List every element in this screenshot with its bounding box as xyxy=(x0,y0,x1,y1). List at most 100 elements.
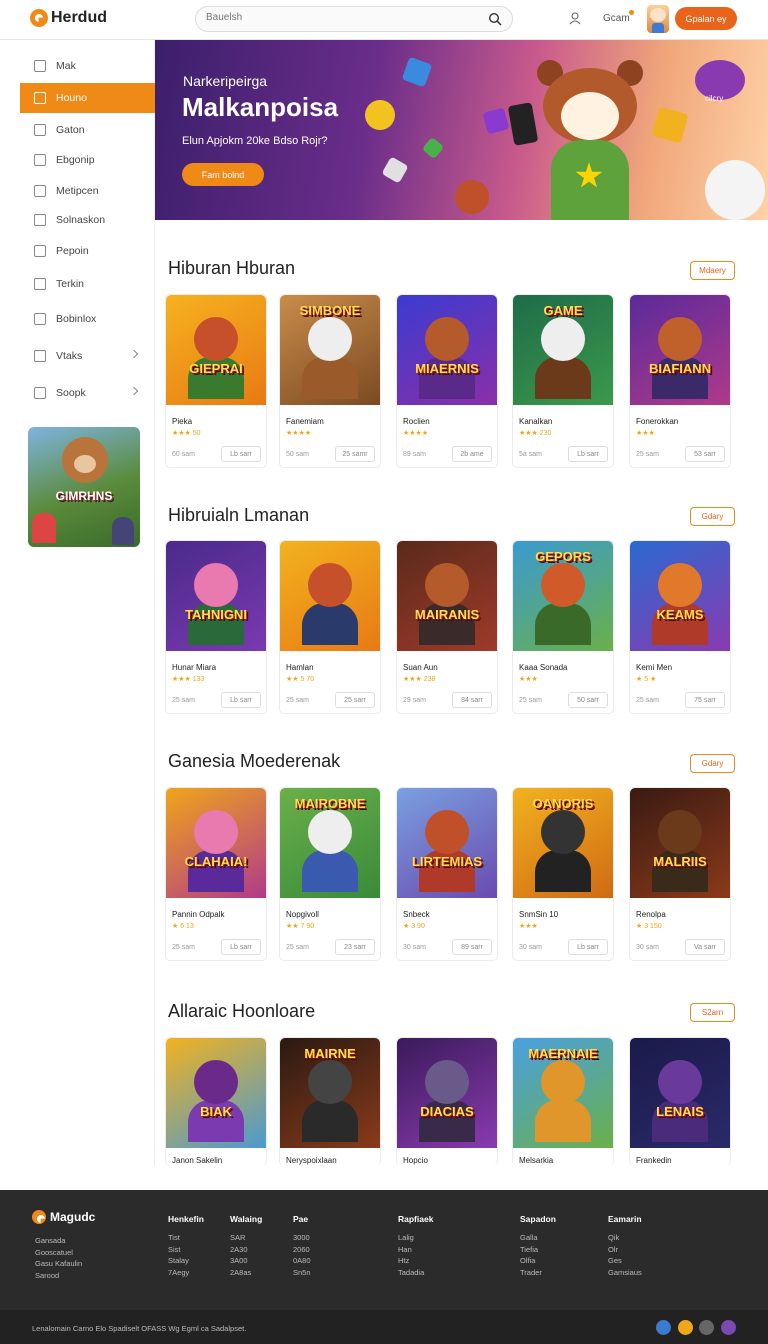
play-button[interactable]: 84 sarr xyxy=(452,692,492,708)
cta-button[interactable]: Gpalan ey xyxy=(675,7,737,30)
footer-link[interactable]: Tadadia xyxy=(398,1267,433,1279)
logo[interactable]: Herdud xyxy=(30,9,107,27)
game-card[interactable]: MALRIIS Renolpa ★ 3 150 30 sam Va sarr xyxy=(629,787,731,961)
play-button[interactable]: Lb sarr xyxy=(568,939,608,955)
play-button[interactable]: Lb sarr xyxy=(221,446,261,462)
footer-link[interactable]: Gamsiaus xyxy=(608,1267,642,1279)
game-card[interactable]: DIACIAS Hopcio xyxy=(396,1037,498,1166)
sidebar-item[interactable]: Terkin xyxy=(20,269,155,299)
footer-link[interactable]: Olr xyxy=(608,1244,642,1256)
game-thumbnail[interactable]: BIAFIANN xyxy=(630,295,730,405)
footer-link[interactable]: Sn5n xyxy=(293,1267,311,1279)
see-all-button[interactable]: Gdary xyxy=(690,507,735,526)
see-all-button[interactable]: S2arn xyxy=(690,1003,735,1022)
dots-icon[interactable] xyxy=(721,1320,736,1335)
game-thumbnail[interactable]: CLAHAIA! xyxy=(166,788,266,898)
game-thumbnail[interactable]: MIAERNIS xyxy=(397,295,497,405)
footer-link[interactable]: 3000 xyxy=(293,1232,311,1244)
game-card[interactable]: BIAK Janon Sakelin xyxy=(165,1037,267,1166)
play-button[interactable]: Lb sarr xyxy=(221,692,261,708)
hero-play-button[interactable]: Fam bolnd xyxy=(182,163,264,186)
search-bar[interactable] xyxy=(195,6,513,32)
footer-link[interactable]: Tist xyxy=(168,1232,204,1244)
play-button[interactable]: 25 samr xyxy=(335,446,375,462)
game-thumbnail[interactable]: MAIROBNE xyxy=(280,788,380,898)
game-thumbnail[interactable]: GAME xyxy=(513,295,613,405)
footer-link[interactable]: Trader xyxy=(520,1267,556,1279)
footer-link[interactable]: Htz xyxy=(398,1255,433,1267)
play-button[interactable]: 23 sarr xyxy=(335,939,375,955)
user-icon[interactable] xyxy=(568,11,582,25)
see-all-button[interactable]: Gdary xyxy=(690,754,735,773)
footer-link[interactable]: Olfia xyxy=(520,1255,556,1267)
game-card[interactable]: MAIROBNE Nopgivoll ★★ 7 90 25 sam 23 sarr xyxy=(279,787,381,961)
footer-link[interactable]: Stalay xyxy=(168,1255,204,1267)
game-card[interactable]: GIEPRAI Pieka ★★★ 50 60 sam Lb sarr xyxy=(165,294,267,468)
sidebar-item[interactable]: Ebgonip xyxy=(20,145,155,175)
footer-link[interactable]: 2A8as xyxy=(230,1267,262,1279)
footer-link[interactable]: Qik xyxy=(608,1232,642,1244)
footer-link[interactable]: Han xyxy=(398,1244,433,1256)
bolt-icon[interactable] xyxy=(678,1320,693,1335)
game-thumbnail[interactable]: MAERNAIE xyxy=(513,1038,613,1148)
game-thumbnail[interactable]: LENAIS xyxy=(630,1038,730,1148)
play-button[interactable]: 50 sarr xyxy=(568,692,608,708)
footer-link[interactable]: 3A00 xyxy=(230,1255,262,1267)
play-button[interactable]: 2b ame xyxy=(452,446,492,462)
play-button[interactable]: 89 sarr xyxy=(452,939,492,955)
play-button[interactable]: Lb sarr xyxy=(568,446,608,462)
game-card[interactable]: SIMBONE Fanemiam ★★★★ 50 sam 25 samr xyxy=(279,294,381,468)
sidebar-promo-banner[interactable]: GIMRHNS xyxy=(28,427,140,547)
footer-link[interactable]: Sist xyxy=(168,1244,204,1256)
footer-link[interactable]: Ges xyxy=(608,1255,642,1267)
game-thumbnail[interactable]: DIACIAS xyxy=(397,1038,497,1148)
footer-link[interactable]: Gooscatuel xyxy=(35,1247,82,1259)
avatar[interactable] xyxy=(647,5,669,33)
play-button[interactable]: 53 sarr xyxy=(685,446,725,462)
sidebar-item[interactable]: Pepoin xyxy=(20,236,155,266)
footer-link[interactable]: 0A80 xyxy=(293,1255,311,1267)
sidebar-item[interactable]: Solnaskon xyxy=(20,205,155,235)
footer-link[interactable]: Tiefia xyxy=(520,1244,556,1256)
game-card[interactable]: OANORIS SnmSin 10 ★★★ 30 sam Lb sarr xyxy=(512,787,614,961)
footer-link[interactable]: Sarood xyxy=(35,1270,82,1282)
game-card[interactable]: MAIRNE Neryspoixlaan xyxy=(279,1037,381,1166)
play-button[interactable]: Va sarr xyxy=(685,939,725,955)
game-card[interactable]: MAIRANIS Suan Aun ★★★ 238 29 sam 84 sarr xyxy=(396,540,498,714)
sidebar-item[interactable]: Bobinlox xyxy=(20,304,155,334)
game-card[interactable]: LIRTEMIAS Snbeck ★ 3 90 30 sam 89 sarr xyxy=(396,787,498,961)
sidebar-item[interactable]: Metipcen xyxy=(20,176,155,206)
play-button[interactable]: Lb sarr xyxy=(221,939,261,955)
game-thumbnail[interactable]: KEAMS xyxy=(630,541,730,651)
game-card[interactable]: TAHNIGNI Hunar Miara ★★★ 133 25 sam Lb sarr xyxy=(165,540,267,714)
game-card[interactable]: GEPORS Kaaa Sonada ★★★ 25 sam 50 sarr xyxy=(512,540,614,714)
sidebar-item[interactable]: Vtaks xyxy=(20,341,155,371)
footer-link[interactable]: Galla xyxy=(520,1232,556,1244)
game-thumbnail[interactable]: GEPORS xyxy=(513,541,613,651)
game-thumbnail[interactable]: TAHNIGNI xyxy=(166,541,266,651)
game-card[interactable]: MIAERNIS Roclien ★★★★ 89 sam 2b ame xyxy=(396,294,498,468)
sidebar-item[interactable]: Soopk xyxy=(20,378,155,408)
coins-label[interactable]: Gcam xyxy=(603,13,630,24)
sidebar-item[interactable]: Mak xyxy=(20,51,155,81)
hero-banner[interactable]: Narkeripeirga Malkanpoisa Elun Apjokm 20… xyxy=(155,40,768,220)
game-card[interactable]: MAERNAIE Melsarkia xyxy=(512,1037,614,1166)
game-thumbnail[interactable]: GIEPRAI xyxy=(166,295,266,405)
footer-link[interactable]: Gansada xyxy=(35,1235,82,1247)
game-thumbnail[interactable]: SIMBONE xyxy=(280,295,380,405)
footer-link[interactable]: Lalig xyxy=(398,1232,433,1244)
play-button[interactable]: 25 sarr xyxy=(335,692,375,708)
game-card[interactable]: BIAFIANN Fonerokkan ★★★ 25 sam 53 sarr xyxy=(629,294,731,468)
game-thumbnail[interactable]: OANORIS xyxy=(513,788,613,898)
game-thumbnail[interactable]: MAIRNE xyxy=(280,1038,380,1148)
game-card[interactable]: CLAHAIA! Pannin Odpalk ★ 6 13 25 sam Lb sarr xyxy=(165,787,267,961)
shield-icon[interactable] xyxy=(699,1320,714,1335)
sidebar-item[interactable]: Houno xyxy=(20,83,155,113)
game-thumbnail[interactable]: MALRIIS xyxy=(630,788,730,898)
see-all-button[interactable]: Mdaery xyxy=(690,261,735,280)
game-thumbnail[interactable]: BIAK xyxy=(166,1038,266,1148)
footer-logo[interactable]: Magudc xyxy=(32,1210,95,1224)
footer-link[interactable]: Gasu Kafaulin xyxy=(35,1258,82,1270)
game-thumbnail[interactable]: MAIRANIS xyxy=(397,541,497,651)
game-card[interactable]: KEAMS Kemi Men ★ 5 ★ 25 sam 75 sarr xyxy=(629,540,731,714)
